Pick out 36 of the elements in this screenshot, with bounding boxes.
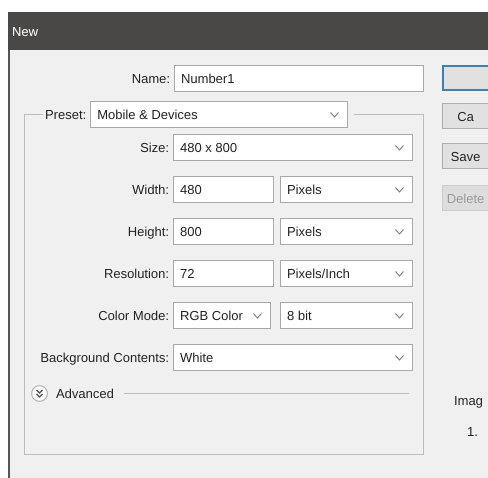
- chevron-down-icon: [395, 354, 404, 360]
- input-field[interactable]: 480: [173, 176, 274, 203]
- unit-dropdown[interactable]: Pixels: [280, 176, 413, 203]
- input-field[interactable]: 72: [173, 260, 274, 287]
- field-label: Preset:: [44, 107, 88, 122]
- dropdown[interactable]: 8 bit: [280, 302, 413, 329]
- chevron-down-icon: [395, 228, 404, 234]
- advanced-label: Advanced: [56, 386, 114, 401]
- dialog-button[interactable]: Ca: [442, 103, 488, 129]
- chevron-down-icon: [253, 312, 262, 318]
- field-label: Resolution:: [102, 266, 170, 281]
- unit-dropdown[interactable]: Pixels/Inch: [280, 260, 413, 287]
- field-label: Height:: [126, 224, 170, 239]
- field-label: Width:: [131, 182, 170, 197]
- expand-icon[interactable]: [31, 385, 48, 402]
- name-field[interactable]: Number1: [174, 65, 424, 92]
- chevron-down-icon: [395, 144, 404, 150]
- chevron-down-icon: [330, 112, 340, 118]
- chevron-down-icon: [395, 312, 404, 318]
- image-size-value: 1.: [466, 424, 479, 439]
- dialog-button[interactable]: Save: [442, 143, 488, 169]
- chevron-down-icon: [395, 186, 404, 192]
- dropdown[interactable]: White: [173, 344, 413, 371]
- chevron-down-icon: [395, 270, 404, 276]
- field-label: Name:: [130, 71, 171, 86]
- dropdown[interactable]: RGB Color: [173, 302, 271, 329]
- unit-dropdown[interactable]: Pixels: [280, 218, 413, 245]
- image-size-label: Imag: [454, 393, 484, 408]
- input-field[interactable]: 800: [173, 218, 274, 245]
- window-title: New: [12, 24, 38, 38]
- field-label: Background Contents:: [39, 350, 170, 365]
- dropdown[interactable]: 480 x 800: [173, 134, 413, 161]
- ok-button[interactable]: [442, 65, 488, 91]
- preset-dropdown[interactable]: Mobile & Devices: [90, 101, 348, 128]
- field-label: Color Mode:: [97, 308, 170, 323]
- field-label: Size:: [139, 140, 170, 155]
